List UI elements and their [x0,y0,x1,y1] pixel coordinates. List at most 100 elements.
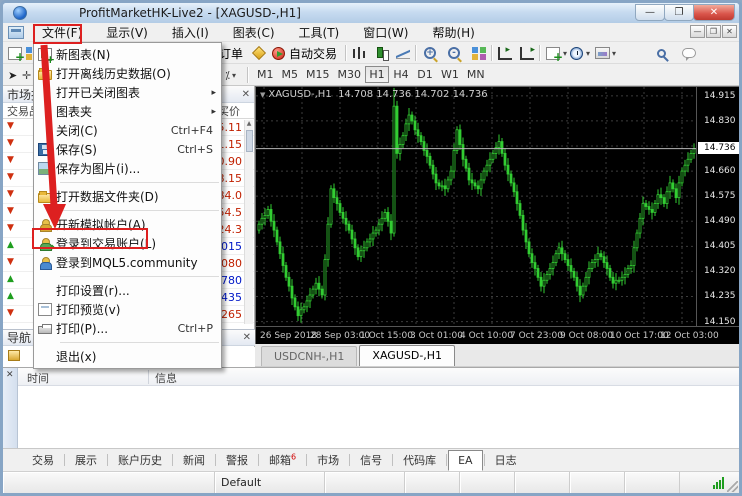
file-menu-item[interactable]: 打印预览(v) [34,300,221,319]
timeframe-m1-button[interactable]: M1 [253,66,278,83]
tile-windows-button[interactable] [471,44,487,62]
wallet-button[interactable] [251,44,267,62]
file-menu-item[interactable]: 打印设置(r)... [34,281,221,300]
timeframe-w1-button[interactable]: W1 [437,66,463,83]
menu-item-2[interactable]: 插入(I) [160,22,221,43]
chart-tab-xagusd[interactable]: XAGUSD-,H1 [359,345,455,366]
file-menu-item[interactable]: 打开数据文件夹(D) [34,187,221,206]
file-menu-item[interactable]: 打开已关闭图表▸ [34,83,221,102]
terminal-tab-2[interactable]: 展示 [66,449,106,471]
market-watch-close-icon[interactable]: ✕ [242,89,250,100]
terminal-tab-8[interactable]: 信号 [351,449,391,471]
terminal-tab-10[interactable]: EA [448,450,482,471]
chart-tab-usdcnh[interactable]: USDCNH-,H1 [261,346,357,366]
menu-item-label: 打开离线历史数据(O) [56,65,171,82]
terminal-tab-7[interactable]: 市场 [308,449,348,471]
terminal-tab-9[interactable]: 代码库 [394,449,445,471]
chart-restore-button[interactable]: ❐ [706,25,721,38]
shift-end-button[interactable] [497,44,513,62]
timeframe-m15-button[interactable]: M15 [302,66,334,83]
timeframe-m5-button[interactable]: M5 [278,66,303,83]
title-bar[interactable]: ProfitMarketHK-Live2 - [XAGUSD-,H1] — ❐ … [3,3,739,23]
file-menu-item[interactable]: 关闭(C)Ctrl+F4 [34,121,221,140]
file-menu-item[interactable]: 新图表(N) [34,45,221,64]
menu-item-5[interactable]: 窗口(W) [351,22,420,43]
resize-grip[interactable] [727,481,738,492]
price-chart[interactable]: ▼XAGUSD-,H1 14.708 14.736 14.702 14.736 [256,87,696,326]
price-axis[interactable]: 14.736 14.91514.83014.66014.57514.49014.… [696,87,741,326]
indicators-button[interactable]: ▾ [545,44,567,62]
candlestick-button[interactable] [373,44,389,62]
date-axis-label: 12 Oct 03:00 [660,331,719,341]
date-axis-label: 9 Oct 08:00 [560,331,613,341]
menu-item-0[interactable]: 文件(F) [30,22,94,43]
zoom-in-button[interactable]: + [423,44,437,62]
close-button[interactable]: ✕ [693,4,735,21]
crosshair-button[interactable]: ✛ [22,66,31,84]
connection-status-icon [713,477,725,489]
menu-item-6[interactable]: 帮助(H) [420,22,486,43]
navigator-close-icon[interactable]: ✕ [243,332,251,343]
chart-minimize-button[interactable]: — [690,25,705,38]
chart-close-button[interactable]: ✕ [722,25,737,38]
terminal-close-icon[interactable]: ✕ [6,370,14,380]
file-menu-item[interactable]: 保存(S)Ctrl+S [34,140,221,159]
terminal-tab-4[interactable]: 新闻 [174,449,214,471]
periods-button[interactable]: ▾ [569,44,590,62]
file-menu-item[interactable]: 保存为图片(i)... [34,159,221,178]
terminal-tab-6[interactable]: 邮箱6 [260,449,305,471]
floppy-icon [38,143,52,156]
cursor-button[interactable]: ➤ [8,66,17,84]
timeframe-m30-button[interactable]: M30 [334,66,366,83]
tab-separator [484,454,485,466]
maximize-button[interactable]: ❐ [664,4,694,21]
file-menu-item[interactable]: 打开离线历史数据(O) [34,64,221,83]
terminal-column-header[interactable]: 时间 信息 [18,368,739,386]
templates-button[interactable]: ▾ [595,44,616,62]
terminal-tab-5[interactable]: 警报 [217,449,257,471]
message-column-header[interactable]: 信息 [155,370,177,386]
file-menu-item[interactable]: 图表夹▸ [34,102,221,121]
scrollbar-thumb[interactable] [246,130,253,152]
tab-separator [258,454,259,466]
search-button[interactable] [655,44,668,62]
chat-button[interactable] [681,44,697,62]
terminal-tab-11[interactable]: 日志 [486,449,526,471]
file-menu-item[interactable]: ➜登录到交易账户(L) [34,234,221,253]
chart-title: ▼XAGUSD-,H1 14.708 14.736 14.702 14.736 [260,89,488,100]
chart-window-icon[interactable] [8,26,24,39]
timeframe-h1-button[interactable]: H1 [365,66,389,83]
menu-item-3[interactable]: 图表(C) [221,22,287,43]
timeframe-d1-button[interactable]: D1 [413,66,437,83]
down-arrow-icon: ▼ [7,257,14,267]
down-arrow-icon: ▼ [7,155,14,165]
menu-item-1[interactable]: 显示(V) [94,22,160,43]
autotrading-button[interactable]: 自动交易 [271,44,337,62]
chart-window: ▼XAGUSD-,H1 14.708 14.736 14.702 14.736 … [255,86,742,367]
line-chart-button[interactable] [395,44,411,62]
bar-chart-button[interactable] [351,44,367,62]
file-menu-item[interactable]: 退出(x) [34,347,221,366]
file-menu-item[interactable]: 登录到MQL5.community [34,253,221,272]
timeframe-mn-button[interactable]: MN [463,66,489,83]
auto-scroll-button[interactable] [519,44,535,62]
terminal-panel: ✕ 终端 时间 信息 [3,367,739,448]
status-cell [405,472,460,494]
market-watch-scrollbar[interactable]: ▲ [244,120,253,324]
terminal-tab-1[interactable]: 交易 [23,449,63,471]
profile-cell[interactable]: Default [215,472,325,494]
minimize-button[interactable]: — [635,4,665,21]
file-menu-item[interactable]: 打印(P)...Ctrl+P [34,319,221,338]
new-chart-button[interactable] [7,44,23,62]
folder-open-icon [38,70,52,80]
terminal-tab-3[interactable]: 账户历史 [109,449,171,471]
status-cell [325,472,405,494]
autotrading-icon [272,47,285,60]
line-studies-button[interactable]: ⁒▾ [225,66,236,84]
menu-item-4[interactable]: 工具(T) [287,22,352,43]
time-column-header[interactable]: 时间 [27,370,49,386]
date-axis[interactable]: 26 Sep 201828 Sep 03:001 Oct 15:003 Oct … [256,326,741,345]
file-menu-item[interactable]: 开新模拟帐户(A) [34,215,221,234]
zoom-out-button[interactable]: - [447,44,461,62]
timeframe-h4-button[interactable]: H4 [389,66,413,83]
